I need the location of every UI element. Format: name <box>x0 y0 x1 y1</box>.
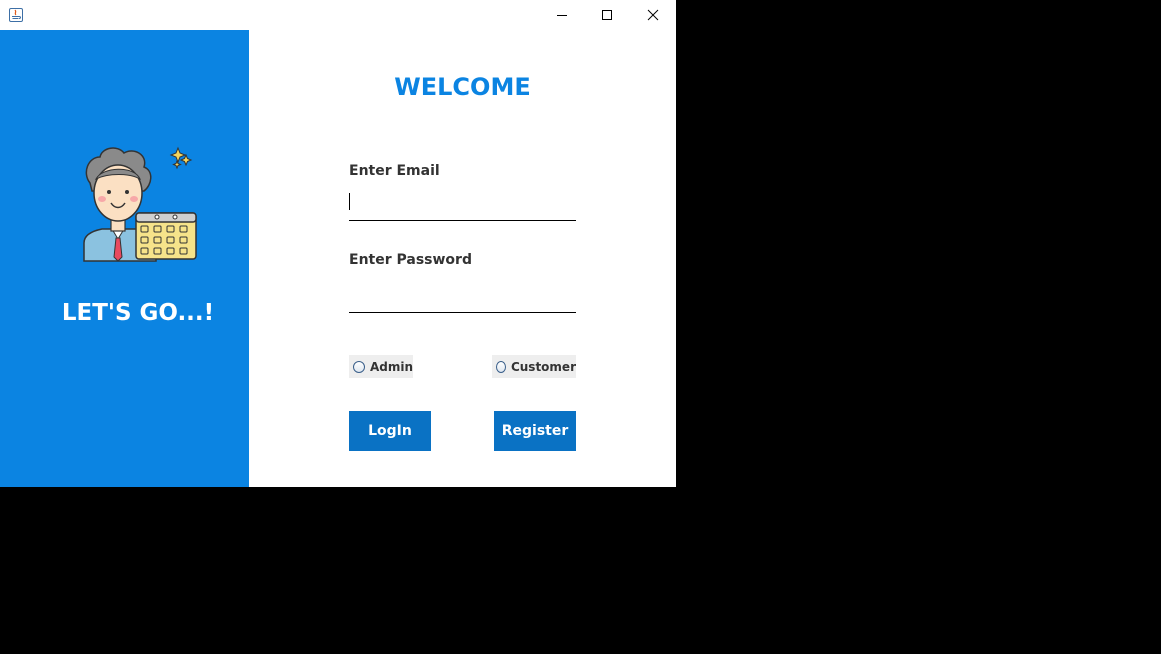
admin-radio-label: Admin <box>369 359 413 374</box>
close-button[interactable] <box>630 0 676 30</box>
left-branding-panel: LET'S GO...! <box>0 30 249 487</box>
text-cursor <box>349 193 350 210</box>
radio-unchecked-icon <box>353 360 365 373</box>
admin-radio[interactable]: Admin <box>349 355 413 378</box>
password-input[interactable] <box>349 286 576 313</box>
welcome-heading: WELCOME <box>394 73 531 101</box>
java-app-icon <box>9 8 23 22</box>
title-bar <box>0 0 676 30</box>
close-icon <box>647 9 659 21</box>
email-label: Enter Email <box>349 163 440 179</box>
maximize-icon <box>602 10 612 20</box>
minimize-button[interactable] <box>539 0 585 30</box>
customer-radio-label: Customer <box>510 359 576 374</box>
login-button[interactable]: LogIn <box>349 411 431 451</box>
login-window: LET'S GO...! WELCOME Enter Email Enter P… <box>0 0 676 487</box>
maximize-button[interactable] <box>584 0 630 30</box>
minimize-icon <box>557 15 567 16</box>
customer-radio[interactable]: Customer <box>492 355 576 378</box>
radio-unchecked-icon <box>496 360 506 373</box>
email-input[interactable] <box>349 194 576 221</box>
tagline-text: LET'S GO...! <box>61 300 215 326</box>
password-label: Enter Password <box>349 252 472 268</box>
user-calendar-illustration <box>83 146 197 262</box>
register-button[interactable]: Register <box>494 411 576 451</box>
